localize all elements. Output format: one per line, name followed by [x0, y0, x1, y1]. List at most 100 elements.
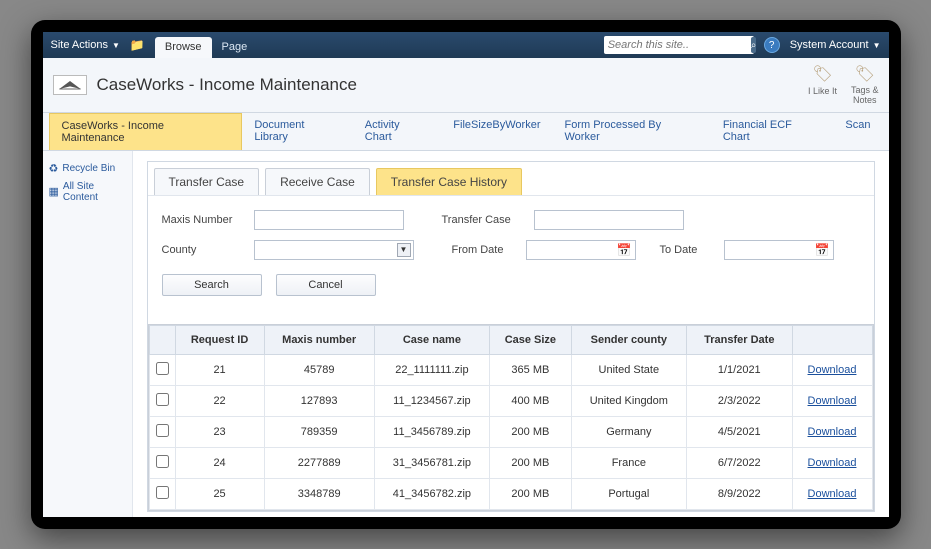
table-row: 2212789311_1234567.zip400 MBUnited Kingd…	[149, 385, 872, 416]
col-maxis: Maxis number	[264, 325, 374, 354]
cell-case-size: 200 MB	[490, 478, 571, 509]
search-go-button[interactable]: ⌕	[751, 37, 757, 53]
like-icon: 🏷	[812, 64, 832, 84]
tags-notes-button[interactable]: 🏷 Tags & Notes	[851, 64, 879, 106]
cell-sender: Germany	[571, 416, 686, 447]
topnav-scan[interactable]: Scan	[833, 113, 882, 150]
cell-case-name: 41_3456782.zip	[374, 478, 490, 509]
download-link[interactable]: Download	[808, 395, 857, 407]
col-sender: Sender county	[571, 325, 686, 354]
table-row: 24227788931_3456781.zip200 MBFrance6/7/2…	[149, 447, 872, 478]
site-actions-menu[interactable]: Site Actions ▼	[51, 39, 120, 51]
cell-sender: United State	[571, 354, 686, 385]
download-link[interactable]: Download	[808, 426, 857, 438]
table-row: 2378935911_3456789.zip200 MBGermany4/5/2…	[149, 416, 872, 447]
cell-case-size: 200 MB	[490, 416, 571, 447]
search-input[interactable]	[608, 39, 751, 51]
top-navigation: CaseWorks - Income Maintenance Document …	[43, 113, 889, 151]
search-button[interactable]: Search	[162, 274, 262, 296]
chevron-down-icon[interactable]: ▼	[397, 243, 411, 257]
maxis-input[interactable]	[254, 210, 404, 230]
download-link[interactable]: Download	[808, 364, 857, 376]
download-link[interactable]: Download	[808, 457, 857, 469]
col-case-size: Case Size	[490, 325, 571, 354]
tab-transfer-history[interactable]: Transfer Case History	[376, 168, 522, 195]
calendar-icon[interactable]: 📅	[617, 243, 632, 257]
like-button[interactable]: 🏷 I Like It	[808, 64, 837, 106]
recycle-icon: ♻	[49, 162, 59, 175]
chevron-down-icon: ▼	[112, 41, 120, 50]
cell-request-id: 25	[175, 478, 264, 509]
cell-case-size: 400 MB	[490, 385, 571, 416]
cell-transfer-date: 8/9/2022	[687, 478, 792, 509]
cell-maxis: 127893	[264, 385, 374, 416]
row-checkbox[interactable]	[156, 486, 169, 499]
row-checkbox[interactable]	[156, 424, 169, 437]
topnav-formprocessed[interactable]: Form Processed By Worker	[553, 113, 711, 150]
row-checkbox[interactable]	[156, 455, 169, 468]
col-checkbox	[149, 325, 175, 354]
col-action	[792, 325, 872, 354]
from-date-label: From Date	[452, 244, 512, 256]
cell-maxis: 3348789	[264, 478, 374, 509]
cell-case-size: 365 MB	[490, 354, 571, 385]
tab-receive-case[interactable]: Receive Case	[265, 168, 370, 195]
cell-request-id: 24	[175, 447, 264, 478]
cell-sender: France	[571, 447, 686, 478]
tab-page[interactable]: Page	[212, 37, 258, 58]
help-icon[interactable]: ?	[764, 37, 780, 53]
topnav-doclib[interactable]: Document Library	[242, 113, 352, 150]
transfer-case-input[interactable]	[534, 210, 684, 230]
cell-request-id: 23	[175, 416, 264, 447]
cell-transfer-date: 4/5/2021	[687, 416, 792, 447]
cell-transfer-date: 6/7/2022	[687, 447, 792, 478]
col-request-id: Request ID	[175, 325, 264, 354]
cell-transfer-date: 1/1/2021	[687, 354, 792, 385]
left-navigation: ♻ Recycle Bin ▦ All Site Content	[43, 151, 133, 517]
all-site-content-link[interactable]: ▦ All Site Content	[47, 178, 128, 206]
tags-icon: 🏷	[855, 64, 875, 84]
site-actions-label: Site Actions	[51, 39, 108, 51]
tab-transfer-case[interactable]: Transfer Case	[154, 168, 260, 195]
user-label: System Account	[790, 39, 869, 51]
cell-maxis: 45789	[264, 354, 374, 385]
cell-transfer-date: 2/3/2022	[687, 385, 792, 416]
site-search[interactable]: ⌕	[604, 36, 754, 54]
cell-case-name: 11_3456789.zip	[374, 416, 490, 447]
cell-request-id: 21	[175, 354, 264, 385]
cell-case-name: 22_1111111.zip	[374, 354, 490, 385]
cell-sender: United Kingdom	[571, 385, 686, 416]
cell-case-name: 31_3456781.zip	[374, 447, 490, 478]
download-link[interactable]: Download	[808, 488, 857, 500]
table-row: 214578922_1111111.zip365 MBUnited State1…	[149, 354, 872, 385]
page-title: CaseWorks - Income Maintenance	[97, 75, 357, 95]
cell-maxis: 2277889	[264, 447, 374, 478]
cell-request-id: 22	[175, 385, 264, 416]
cell-maxis: 789359	[264, 416, 374, 447]
navigate-up-icon[interactable]: 📁	[130, 38, 145, 52]
row-checkbox[interactable]	[156, 362, 169, 375]
to-date-label: To Date	[660, 244, 710, 256]
cell-sender: Portugal	[571, 478, 686, 509]
table-row: 25334878941_3456782.zip200 MBPortugal8/9…	[149, 478, 872, 509]
topnav-activity[interactable]: Activity Chart	[353, 113, 442, 150]
col-transfer-date: Transfer Date	[687, 325, 792, 354]
recycle-bin-link[interactable]: ♻ Recycle Bin	[47, 159, 128, 178]
county-select[interactable]	[254, 240, 414, 260]
row-checkbox[interactable]	[156, 393, 169, 406]
county-label: County	[162, 244, 240, 256]
results-table: Request ID Maxis number Case name Case S…	[148, 324, 874, 511]
cell-case-size: 200 MB	[490, 447, 571, 478]
topnav-financial[interactable]: Financial ECF Chart	[711, 113, 834, 150]
tab-browse[interactable]: Browse	[155, 37, 212, 58]
cell-case-name: 11_1234567.zip	[374, 385, 490, 416]
topnav-caseworks[interactable]: CaseWorks - Income Maintenance	[49, 113, 243, 150]
maxis-label: Maxis Number	[162, 214, 240, 226]
list-icon: ▦	[49, 185, 59, 198]
site-logo	[53, 75, 87, 95]
calendar-icon[interactable]: 📅	[815, 243, 830, 257]
topnav-filesize[interactable]: FileSizeByWorker	[441, 113, 552, 150]
cancel-button[interactable]: Cancel	[276, 274, 376, 296]
search-icon: ⌕	[751, 40, 757, 51]
user-menu[interactable]: System Account ▼	[790, 39, 881, 51]
